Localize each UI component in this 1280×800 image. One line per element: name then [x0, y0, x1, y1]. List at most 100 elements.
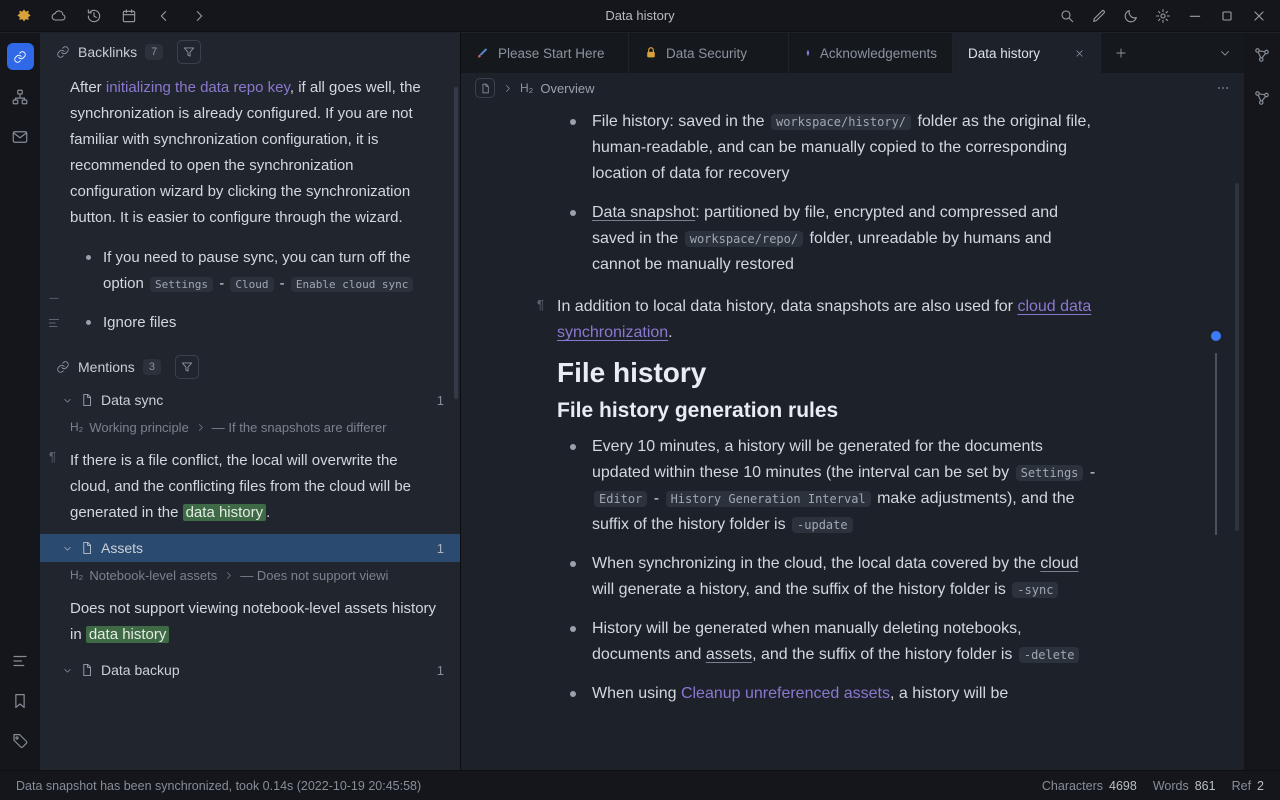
inline-code: Settings — [150, 277, 213, 292]
text-segment: File history: saved in the — [592, 113, 769, 130]
maximize-icon[interactable] — [1213, 4, 1240, 28]
tab-label: Data history — [968, 46, 1040, 61]
tab-data-history[interactable]: Data history — [953, 33, 1101, 73]
minimize-icon[interactable] — [1181, 4, 1208, 28]
window-scrollbar[interactable] — [1235, 183, 1239, 531]
chevron-down-icon[interactable] — [62, 543, 73, 554]
graph-dock-icon[interactable] — [7, 83, 34, 110]
document-icon[interactable] — [475, 78, 495, 98]
more-options-icon[interactable] — [1216, 81, 1230, 95]
editor[interactable]: File history: saved in the workspace/his… — [461, 103, 1244, 770]
backlinks-filter-icon[interactable] — [177, 40, 201, 64]
close-tab-icon[interactable] — [1074, 48, 1085, 59]
block-ref-link[interactable]: assets — [706, 646, 752, 663]
text-segment: When using — [592, 685, 681, 702]
breadcrumb: H₂ Overview — [461, 73, 1244, 103]
settings-gear-icon[interactable] — [1149, 4, 1176, 28]
tab-list-dropdown-icon[interactable] — [1206, 33, 1244, 73]
stat-label: Words — [1153, 779, 1189, 793]
block-ref-link[interactable]: Cleanup unreferenced assets — [681, 685, 890, 702]
tab-acknowledgements[interactable]: Acknowledgements — [789, 33, 953, 73]
backlinks-dock-icon[interactable] — [7, 43, 34, 70]
right-dock — [1244, 33, 1280, 770]
breadcrumb-item[interactable]: Overview — [540, 81, 594, 96]
paintbrush-icon — [476, 46, 490, 60]
new-tab-button[interactable] — [1101, 33, 1141, 73]
mentions-filter-icon[interactable] — [175, 355, 199, 379]
backlink-block[interactable]: After initializing the data repo key, if… — [40, 71, 460, 233]
mention-count: 1 — [437, 393, 444, 408]
mention-count: 1 — [437, 663, 444, 678]
tab-please-start-here[interactable]: Please Start Here — [461, 33, 629, 73]
chevron-down-icon[interactable] — [62, 665, 73, 676]
backlinks-header[interactable]: Backlinks 7 — [40, 33, 460, 71]
inline-code: -sync — [1012, 582, 1058, 598]
mention-subpath[interactable]: H₂ Notebook-level assets — Does not supp… — [40, 562, 460, 588]
mentions-title: Mentions — [78, 359, 135, 375]
global-graph-icon[interactable] — [1249, 84, 1276, 111]
block-ref-link[interactable]: cloud — [1040, 555, 1078, 572]
inbox-mail-icon[interactable] — [7, 123, 34, 150]
mention-parent-title: Notebook-level assets — [89, 568, 217, 583]
graph-view-icon[interactable] — [1249, 41, 1276, 68]
tag-dock-icon[interactable] — [7, 727, 34, 754]
sidebar-scrollbar[interactable] — [454, 87, 458, 399]
search-icon[interactable] — [1053, 4, 1080, 28]
block-gutter-list-icon[interactable] — [47, 316, 61, 330]
text-segment: - — [649, 490, 663, 507]
outline-dock-icon[interactable] — [7, 647, 34, 674]
backlink-list-item[interactable]: If you need to pause sync, you can turn … — [40, 245, 460, 298]
block-gutter-dash-icon[interactable] — [47, 291, 61, 305]
daily-note-icon[interactable] — [115, 4, 142, 28]
mention-count: 1 — [437, 541, 444, 556]
mentions-header[interactable]: Mentions 3 — [40, 348, 460, 386]
mention-doc-label: Data sync — [101, 392, 163, 408]
siyuan-logo-icon[interactable] — [10, 4, 37, 28]
mention-doc-row-data-backup[interactable]: Data backup 1 — [40, 656, 460, 684]
inline-code: Cloud — [230, 277, 273, 292]
document-icon — [80, 393, 94, 407]
mention-doc-row-data-sync[interactable]: Data sync 1 — [40, 386, 460, 414]
text-segment: - — [215, 275, 228, 292]
backlink-list-item[interactable]: Ignore files — [40, 310, 460, 336]
scroll-position-indicator[interactable] — [1211, 331, 1221, 341]
mention-block[interactable]: Does not support viewing notebook-level … — [40, 588, 460, 656]
editor-scrollbar[interactable] — [1215, 353, 1217, 535]
go-forward-icon[interactable] — [185, 4, 212, 28]
bookmark-dock-icon[interactable] — [7, 687, 34, 714]
tab-label: Please Start Here — [498, 46, 605, 61]
doc-heading2: File history generation rules — [557, 398, 1097, 424]
mention-link-icon — [56, 360, 70, 374]
stat-value: 2 — [1257, 779, 1264, 793]
go-back-icon[interactable] — [150, 4, 177, 28]
doc-list-item: File history: saved in the workspace/his… — [557, 109, 1097, 187]
close-window-icon[interactable] — [1245, 4, 1272, 28]
heading-level-badge: H₂ — [70, 420, 83, 434]
mention-parent-title: Working principle — [89, 420, 188, 435]
status-message: Data snapshot has been synchronized, too… — [16, 779, 421, 793]
theme-moon-icon[interactable] — [1117, 4, 1144, 28]
stat-label: Ref — [1232, 779, 1251, 793]
mention-subpath[interactable]: H₂ Working principle — If the snapshots … — [40, 414, 460, 440]
cloud-sync-icon[interactable] — [45, 4, 72, 28]
mention-doc-row-assets[interactable]: Assets 1 — [40, 534, 460, 562]
block-ref-link[interactable]: initializing the data repo key — [106, 79, 290, 96]
data-history-icon[interactable] — [80, 4, 107, 28]
doc-list-item: Data snapshot: partitioned by file, encr… — [557, 200, 1097, 278]
text-segment: will generate a history, and the suffix … — [592, 581, 1010, 598]
mention-block[interactable]: ¶ If there is a file conflict, the local… — [40, 440, 460, 534]
doc-heading1: File history — [557, 360, 1097, 386]
block-ref-link[interactable]: Data snapshot — [592, 204, 695, 221]
backlinks-title: Backlinks — [78, 44, 137, 60]
lock-icon — [644, 46, 658, 60]
mention-doc-label: Assets — [101, 540, 143, 556]
chevron-down-icon[interactable] — [62, 395, 73, 406]
highlighted-text: data history — [86, 626, 170, 643]
titlebar-left-toolbar — [0, 4, 212, 28]
chevron-right-icon — [223, 570, 234, 581]
tab-data-security[interactable]: Data Security — [629, 33, 789, 73]
doc-paragraph: ¶ In addition to local data history, dat… — [557, 294, 1097, 346]
doc-list-item: When synchronizing in the cloud, the loc… — [557, 551, 1097, 603]
edit-mode-icon[interactable] — [1085, 4, 1112, 28]
text-segment: . — [668, 324, 672, 341]
